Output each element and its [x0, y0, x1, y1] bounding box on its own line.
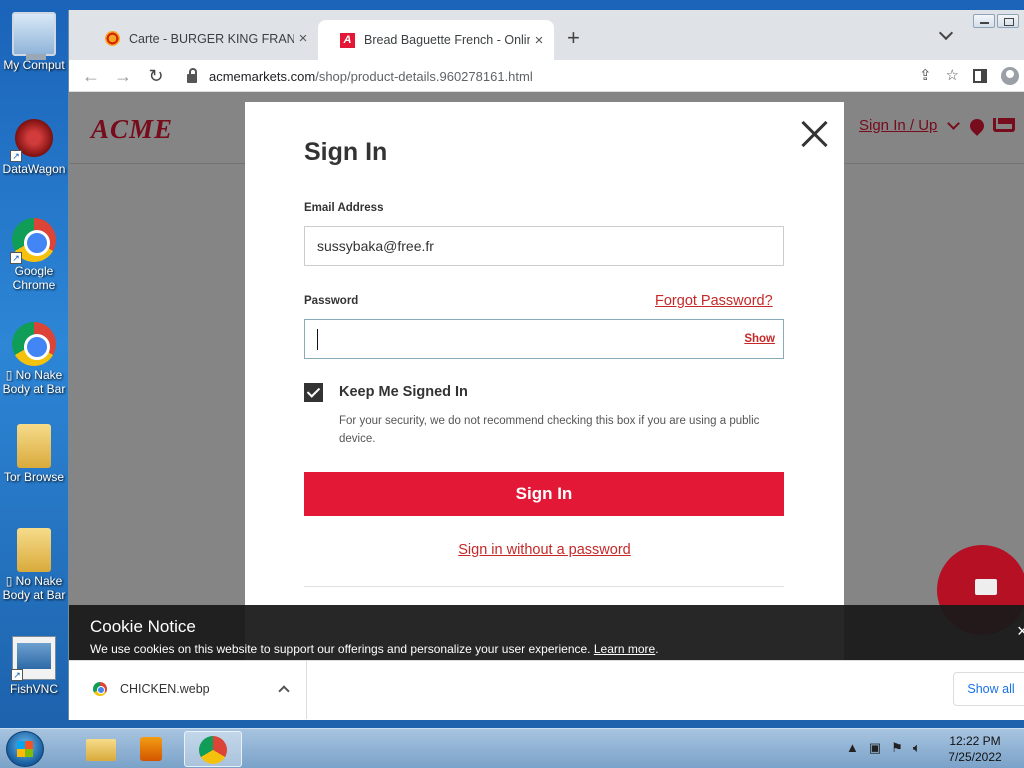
address-bar[interactable]: acmemarkets.com/shop/product-details.960… — [177, 62, 959, 90]
new-tab-button[interactable]: + — [567, 25, 580, 51]
download-bar: CHICKEN.webp Show all — [69, 660, 1024, 720]
password-label: Password — [304, 295, 359, 307]
forward-arrow-icon[interactable]: → — [111, 64, 135, 88]
sign-in-button[interactable]: Sign In — [304, 472, 784, 516]
shortcut-arrow-icon: ↗ — [10, 252, 22, 264]
close-icon[interactable] — [801, 120, 829, 148]
browser-window: Carte - BURGER KING FRANCE × A Bread Bag… — [68, 10, 1024, 720]
clock-time: 12:22 PM — [949, 734, 1001, 748]
side-panel-icon[interactable] — [973, 69, 987, 83]
tab-title: Bread Baguette French - Online — [364, 33, 530, 47]
web-page: ACME Sign In / Up Sign In Email Address … — [69, 92, 1024, 660]
url-text[interactable]: acmemarkets.com/shop/product-details.960… — [209, 69, 533, 84]
desktop-icon-google-chrome[interactable]: ↗ Google Chrome — [0, 218, 68, 292]
network-icon[interactable]: ▣ — [869, 740, 881, 756]
reload-icon[interactable]: ↻ — [144, 64, 168, 88]
desktop-icon-my-computer[interactable]: My Comput — [0, 12, 68, 72]
desktop-icon-chrome-page[interactable]: ▯ No Nake Body at Bar — [0, 322, 68, 396]
folder-icon — [17, 424, 51, 468]
download-file-name: CHICKEN.webp — [120, 682, 210, 696]
email-label: Email Address — [304, 202, 384, 214]
burger-king-favicon-icon — [105, 31, 120, 46]
folder-icon — [17, 528, 51, 572]
desktop-icon-label: ▯ No Nake — [5, 368, 63, 382]
cookie-close-icon[interactable]: × — [1017, 621, 1024, 642]
email-field[interactable]: sussybaka@free.fr — [304, 226, 784, 266]
shortcut-arrow-icon: ↗ — [10, 150, 22, 162]
chat-bubble-icon — [975, 579, 997, 595]
modal-title: Sign In — [304, 138, 388, 166]
shortcut-arrow-icon: ↗ — [11, 669, 23, 681]
text-caret — [317, 329, 318, 350]
maximize-button[interactable] — [997, 14, 1019, 28]
learn-more-link[interactable]: Learn more — [594, 642, 655, 656]
cookie-text-line: We use cookies on this website to suppor… — [90, 642, 659, 656]
desktop-icon-fishvnc[interactable]: ↗ FishVNC — [0, 636, 68, 696]
desktop-icon-label: Google — [14, 264, 54, 278]
taskbar-chrome-icon[interactable] — [184, 731, 242, 767]
bookmark-star-icon[interactable]: ☆ — [946, 66, 959, 84]
desktop-icon-datawagon[interactable]: ↗ DataWagon — [0, 116, 68, 176]
desktop-icon-label: DataWagon — [2, 162, 66, 176]
desktop-icon-label: My Comput — [3, 58, 65, 72]
keep-signed-in-checkbox[interactable] — [304, 383, 323, 402]
tab-search-chevron-icon[interactable] — [938, 25, 954, 41]
desktop-icon-label-line2: Chrome — [12, 278, 56, 292]
desktop-icon-label: FishVNC — [9, 682, 58, 696]
chrome-icon — [12, 322, 56, 366]
cookie-text-end: . — [655, 642, 659, 656]
back-arrow-icon[interactable]: ← — [79, 64, 103, 88]
taskbar-media-player-icon[interactable] — [132, 731, 190, 767]
forgot-password-link[interactable]: Forgot Password? — [655, 293, 773, 309]
keep-signed-in-label[interactable]: Keep Me Signed In — [339, 384, 468, 400]
password-field[interactable]: Show — [304, 319, 784, 359]
profile-avatar-icon[interactable] — [1001, 67, 1019, 85]
clock[interactable]: 12:22 PM 7/25/2022 — [940, 733, 1010, 765]
omnibox-actions: ⇪ ☆ — [919, 66, 959, 84]
tab-close-icon[interactable]: × — [294, 30, 312, 47]
url-host: acmemarkets.com — [209, 68, 316, 84]
lock-icon[interactable] — [187, 67, 197, 83]
browser-toolbar: ← → ↻ acmemarkets.com/shop/product-detai… — [69, 60, 1024, 92]
desktop-icon-label: Tor Browse — [3, 470, 65, 484]
url-path: /shop/product-details.960278161.html — [315, 68, 533, 84]
security-note: For your security, we do not recommend c… — [339, 415, 760, 445]
web-icon: ↗ — [10, 116, 56, 162]
sign-in-modal: Sign In Email Address sussybaka@free.fr … — [245, 102, 844, 660]
taskbar: ▲ ▣ ⚑ 🔈︎ 12:22 PM 7/25/2022 — [0, 728, 1024, 768]
tab-burger-king[interactable]: Carte - BURGER KING FRANCE × — [83, 22, 318, 55]
cookie-title: Cookie Notice — [90, 617, 196, 636]
action-center-icon[interactable]: ⚑ — [891, 740, 903, 756]
desktop-icon-label: ▯ No Nake — [5, 574, 63, 588]
volume-icon[interactable]: 🔈︎ — [913, 740, 921, 756]
desktop-icon-label-line2: Body at Bar — [2, 588, 66, 602]
share-icon[interactable]: ⇪ — [919, 66, 932, 84]
show-all-button[interactable]: Show all — [953, 672, 1024, 706]
clock-date: 7/25/2022 — [948, 750, 1002, 764]
desktop-icon-folder[interactable]: ▯ No Nake Body at Bar — [0, 528, 68, 602]
tab-acme-bread[interactable]: A Bread Baguette French - Online × — [318, 20, 554, 60]
tab-close-icon[interactable]: × — [530, 32, 548, 49]
tab-strip: Carte - BURGER KING FRANCE × A Bread Bag… — [69, 10, 1024, 60]
system-tray: ▲ ▣ ⚑ 🔈︎ — [846, 740, 921, 756]
start-button[interactable] — [6, 731, 44, 767]
acme-favicon-icon: A — [340, 32, 355, 48]
vnc-icon: ↗ — [11, 636, 56, 681]
chevron-up-icon[interactable] — [278, 685, 290, 697]
tray-expand-icon[interactable]: ▲ — [846, 740, 859, 756]
tab-title: Carte - BURGER KING FRANCE — [129, 31, 294, 46]
computer-icon — [12, 12, 56, 60]
minimize-button[interactable] — [973, 14, 995, 28]
chrome-icon: ↗ — [10, 218, 56, 264]
desktop-icon-tor-browser[interactable]: Tor Browse — [0, 424, 68, 484]
taskbar-explorer-icon[interactable] — [72, 731, 130, 767]
cookie-text: We use cookies on this website to suppor… — [90, 642, 591, 656]
passwordless-link[interactable]: Sign in without a password — [245, 542, 844, 558]
download-item[interactable]: CHICKEN.webp — [69, 661, 307, 719]
show-password-button[interactable]: Show — [744, 320, 775, 358]
divider — [304, 586, 784, 587]
desktop-icon-label-line2: Body at Bar — [2, 382, 66, 396]
cookie-notice: Cookie Notice We use cookies on this web… — [69, 605, 1024, 660]
chrome-file-icon — [93, 682, 107, 696]
